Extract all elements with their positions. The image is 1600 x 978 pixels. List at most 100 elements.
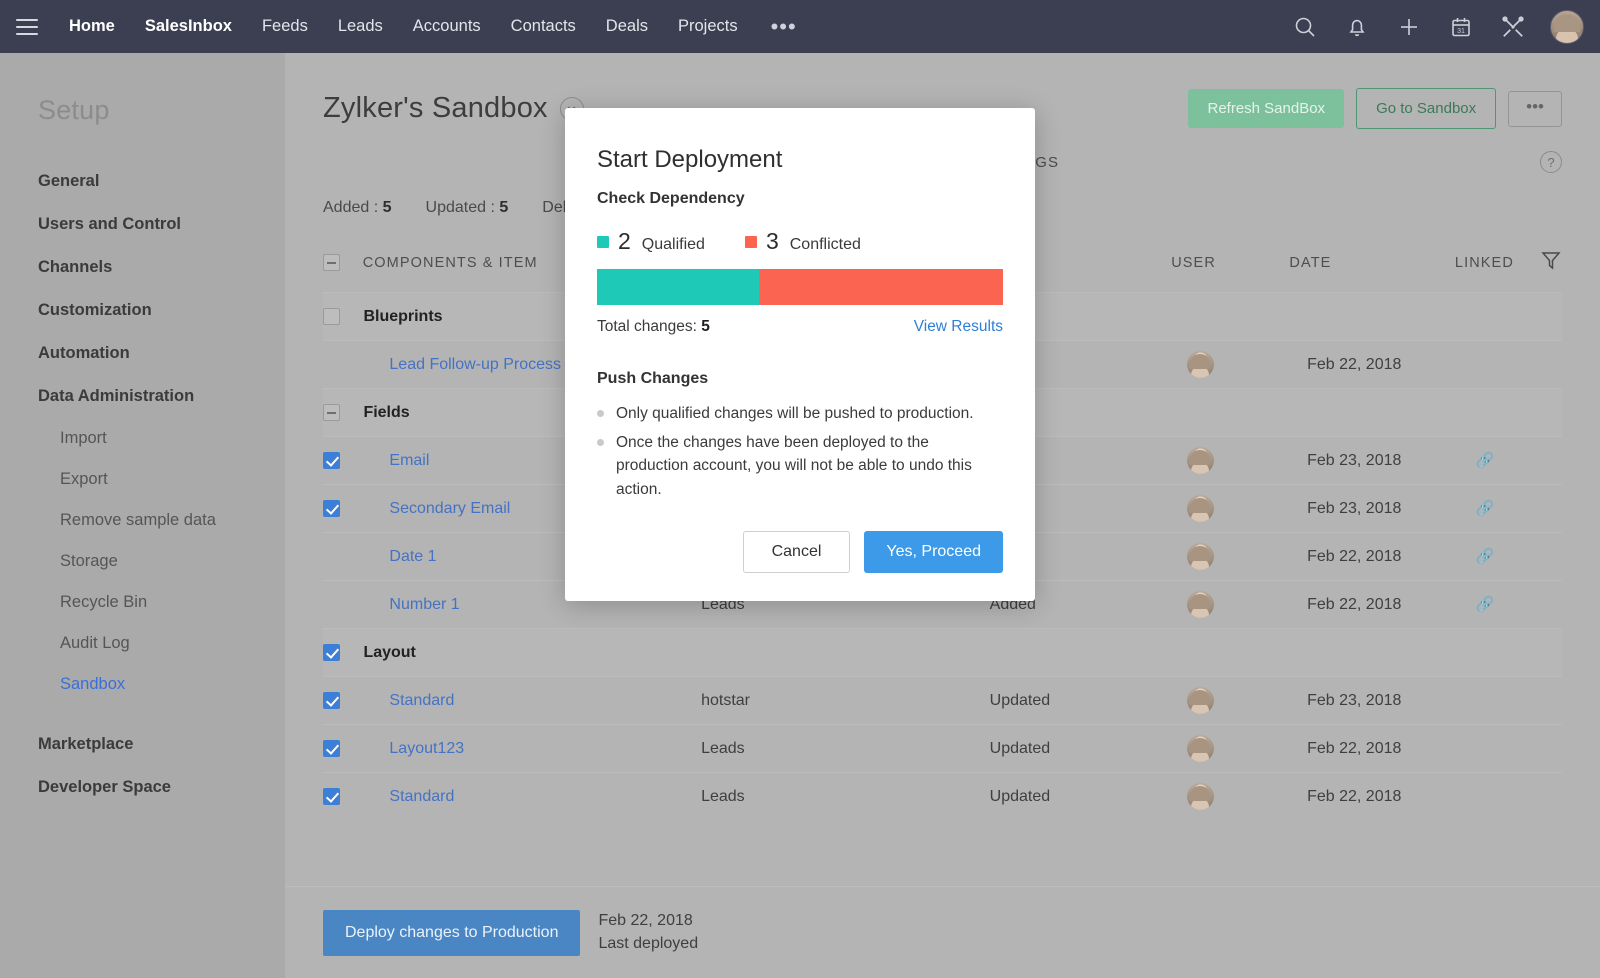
row-checkbox[interactable] xyxy=(323,500,340,517)
sidebar-item-audit-log[interactable]: Audit Log xyxy=(0,623,285,664)
row-avatar xyxy=(1186,735,1214,762)
row-module: hotstar xyxy=(701,691,750,709)
sidebar-item-sandbox[interactable]: Sandbox xyxy=(0,664,285,705)
table-row[interactable]: Standard Leads Updated Feb 22, 2018 xyxy=(323,772,1562,820)
row-component-name: Layout xyxy=(363,643,416,661)
row-checkbox[interactable] xyxy=(323,692,340,709)
sidebar-item-automation[interactable]: Automation xyxy=(0,332,285,375)
row-linked-cell: 🔗 xyxy=(1475,595,1562,614)
nav-item-projects[interactable]: Projects xyxy=(663,0,753,53)
row-checkbox[interactable] xyxy=(323,644,340,661)
legend-qualified: 2 Qualified xyxy=(597,228,705,255)
bullet-dot-icon xyxy=(597,410,604,417)
table-row[interactable]: Standard hotstar Updated Feb 23, 2018 xyxy=(323,676,1562,724)
filter-icon[interactable] xyxy=(1540,249,1562,276)
sidebar-item-marketplace[interactable]: Marketplace xyxy=(0,723,285,766)
row-checkbox[interactable] xyxy=(323,308,340,325)
sidebar-item-export[interactable]: Export xyxy=(0,459,285,500)
dialog-title: Start Deployment xyxy=(597,146,783,173)
hamburger-icon[interactable] xyxy=(16,18,38,35)
nav-item-feeds[interactable]: Feeds xyxy=(247,0,323,53)
stat-added: Added : 5 xyxy=(323,199,392,217)
row-checkbox-cell xyxy=(323,788,363,805)
bullet-dot-icon xyxy=(597,438,604,446)
sidebar-item-customization[interactable]: Customization xyxy=(0,289,285,332)
user-avatar[interactable] xyxy=(1550,9,1584,44)
sidebar-item-storage[interactable]: Storage xyxy=(0,541,285,582)
table-row[interactable]: Layout123 Leads Updated Feb 22, 2018 xyxy=(323,724,1562,772)
link-icon[interactable]: 🔗 xyxy=(1475,452,1494,469)
row-date: Feb 22, 2018 xyxy=(1307,355,1402,373)
row-date: Feb 22, 2018 xyxy=(1307,787,1402,805)
cancel-button[interactable]: Cancel xyxy=(742,531,851,574)
refresh-sandbox-button[interactable]: Refresh SandBox xyxy=(1188,89,1345,128)
collapse-icon[interactable] xyxy=(323,404,340,421)
more-options-button[interactable]: ••• xyxy=(1508,90,1562,127)
sidebar-item-users-and-control[interactable]: Users and Control xyxy=(0,203,285,246)
nav-item-accounts[interactable]: Accounts xyxy=(398,0,496,53)
sidebar-item-data-administration[interactable]: Data Administration xyxy=(0,375,285,418)
header-user: USER xyxy=(1171,254,1216,271)
search-icon[interactable] xyxy=(1290,12,1320,42)
sidebar-title: Setup xyxy=(38,95,110,125)
nav-overflow-button[interactable]: ••• xyxy=(753,7,815,47)
row-date: Feb 23, 2018 xyxy=(1307,691,1402,709)
sidebar-item-recycle-bin[interactable]: Recycle Bin xyxy=(0,582,285,623)
row-checkbox[interactable] xyxy=(323,788,340,805)
table-group-row[interactable]: Layout xyxy=(323,628,1562,676)
bell-icon[interactable] xyxy=(1342,12,1372,42)
row-date: Feb 23, 2018 xyxy=(1307,451,1402,469)
nav-item-salesinbox[interactable]: SalesInbox xyxy=(130,0,247,53)
row-checkbox-cell xyxy=(323,500,363,517)
qualified-swatch-icon xyxy=(597,235,609,248)
nav-item-contacts[interactable]: Contacts xyxy=(496,0,591,53)
sidebar-item-remove-sample-data[interactable]: Remove sample data xyxy=(0,500,285,541)
row-component-name[interactable]: Layout123 xyxy=(363,740,701,758)
legend-conflicted: 3 Conflicted xyxy=(744,228,861,255)
plus-icon[interactable] xyxy=(1394,12,1424,42)
sidebar-item-import[interactable]: Import xyxy=(0,418,285,459)
sidebar-item-channels[interactable]: Channels xyxy=(0,246,285,289)
stat-updated-label: Updated : xyxy=(425,199,495,216)
bar-segment-qualified xyxy=(597,269,760,305)
bullet-item: Only qualified changes will be pushed to… xyxy=(597,402,1003,426)
deploy-changes-button[interactable]: Deploy changes to Production xyxy=(323,909,581,956)
nav-item-deals[interactable]: Deals xyxy=(591,0,663,53)
row-checkbox-cell xyxy=(323,644,363,661)
go-to-sandbox-button[interactable]: Go to Sandbox xyxy=(1356,88,1497,129)
row-user-cell xyxy=(1186,495,1307,522)
row-checkbox[interactable] xyxy=(323,452,340,469)
start-deployment-dialog: Start Deployment Check Dependency 2 Qual… xyxy=(565,108,1035,602)
deploy-footer: Deploy changes to Production Feb 22, 201… xyxy=(285,886,1600,978)
calendar-icon[interactable]: 31 xyxy=(1446,12,1476,42)
row-action: Updated xyxy=(989,739,1051,757)
view-results-link[interactable]: View Results xyxy=(914,318,1003,336)
nav-item-leads[interactable]: Leads xyxy=(323,0,398,53)
link-icon[interactable]: 🔗 xyxy=(1475,596,1494,613)
row-checkbox[interactable] xyxy=(323,740,340,757)
row-checkbox-cell xyxy=(323,740,363,757)
link-icon[interactable]: 🔗 xyxy=(1475,500,1494,517)
link-icon[interactable]: 🔗 xyxy=(1475,548,1494,565)
svg-text:31: 31 xyxy=(1457,28,1465,35)
row-date: Feb 22, 2018 xyxy=(1307,739,1402,757)
row-avatar xyxy=(1186,495,1214,522)
row-checkbox-cell xyxy=(323,308,363,325)
sidebar-item-developer-space[interactable]: Developer Space xyxy=(0,766,285,809)
row-user-cell xyxy=(1186,687,1307,714)
row-checkbox-cell xyxy=(323,452,363,469)
row-avatar xyxy=(1186,591,1214,618)
help-icon[interactable]: ? xyxy=(1540,151,1562,173)
sidebar-item-general[interactable]: General xyxy=(0,160,285,203)
row-avatar xyxy=(1186,447,1214,474)
tools-icon[interactable] xyxy=(1498,12,1528,42)
last-deployed-date: Feb 22, 2018 xyxy=(598,912,693,930)
deploy-meta: Feb 22, 2018 Last deployed xyxy=(598,910,698,955)
header-select-all[interactable] xyxy=(323,254,363,271)
row-component-name[interactable]: Standard xyxy=(363,692,701,710)
row-component-name[interactable]: Standard xyxy=(363,788,701,806)
yes-proceed-button[interactable]: Yes, Proceed xyxy=(864,531,1003,574)
total-changes-label: Total changes: xyxy=(597,318,697,335)
nav-item-home[interactable]: Home xyxy=(54,0,130,53)
collapse-all-icon[interactable] xyxy=(323,254,340,271)
